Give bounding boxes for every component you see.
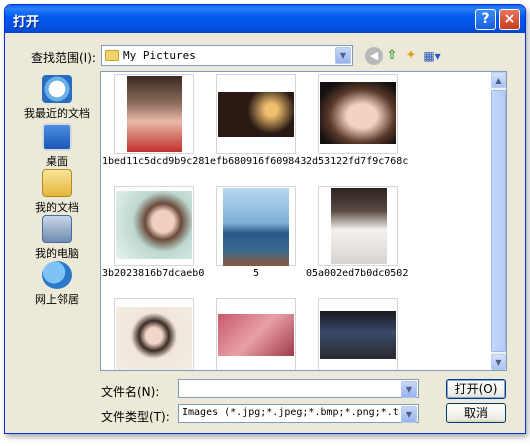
chevron-down-icon[interactable]: ▼ [401,406,417,423]
place-recent[interactable]: 我最近的文档 [18,75,96,121]
photo-image [218,314,294,356]
vertical-scrollbar[interactable]: ▲ ▼ [491,71,507,371]
photo-image [127,76,182,152]
my-computer-icon [42,215,72,243]
place-network[interactable]: 网上邻居 [18,261,96,307]
network-places-icon [42,261,72,289]
file-thumbnail[interactable] [318,186,398,266]
folder-icon [105,50,119,61]
places-bar: 我最近的文档 桌面 我的文档 我的电脑 网上邻居 [18,71,96,377]
file-thumbnail[interactable] [318,298,398,370]
file-name[interactable]: 1bed11c5dcd9b9c28... [102,156,206,167]
place-label: 我最近的文档 [24,107,90,120]
filetype-label: 文件类型(T): [101,410,170,424]
back-arrow-icon[interactable]: ◀ [365,47,383,65]
lookin-label: 查找范围(I): [31,51,96,65]
filetype-dropdown[interactable]: Images (*.jpg;*.jpeg;*.bmp;*.png;*.tif;*… [178,404,419,423]
open-button[interactable]: 打开(O) [446,379,506,399]
file-thumbnail[interactable] [114,74,194,154]
place-label: 我的电脑 [35,247,79,260]
place-label: 网上邻居 [35,293,79,306]
lookin-dropdown[interactable]: My Pictures ▼ [101,45,353,66]
photo-image [320,311,396,359]
file-thumbnail[interactable] [216,298,296,370]
title-bar[interactable]: 打开 ? × [5,5,525,33]
place-desktop[interactable]: 桌面 [18,123,96,169]
cancel-button[interactable]: 取消 [446,403,506,423]
open-file-dialog: 打开 ? × 查找范围(I): My Pictures ▼ ◀ ⇧ ✦ ▦▾ 我… [4,4,526,434]
place-my-documents[interactable]: 我的文档 [18,169,96,215]
photo-image [218,92,294,137]
photo-image [116,191,192,259]
lookin-value: My Pictures [123,49,196,62]
file-thumbnail[interactable] [114,298,194,370]
scroll-down-icon[interactable]: ▼ [491,354,506,370]
file-thumbnail[interactable] [216,74,296,154]
file-name[interactable]: 1efb680916f609843... [204,156,308,167]
recent-documents-icon [42,75,72,103]
file-thumbnail[interactable] [216,186,296,266]
file-name[interactable]: 5 [204,268,308,279]
file-list[interactable]: 1bed11c5dcd9b9c28... 1efb680916f609843..… [100,71,505,371]
file-name[interactable]: 2d53122fd7f9c768c... [306,156,410,167]
new-folder-icon[interactable]: ✦ [402,47,420,65]
chevron-down-icon[interactable]: ▼ [335,47,351,64]
photo-image [116,307,192,370]
place-my-computer[interactable]: 我的电脑 [18,215,96,261]
filetype-value: Images (*.jpg;*.jpeg;*.bmp;*.png;*.tif;*… [182,407,400,418]
file-name[interactable]: 3b2023816b7dcaeb0... [102,268,206,279]
file-thumbnail[interactable] [318,74,398,154]
help-button[interactable]: ? [475,9,496,30]
photo-image [223,188,289,266]
photo-image [320,82,396,144]
views-menu-icon[interactable]: ▦▾ [421,47,443,65]
photo-image [331,188,387,264]
file-name[interactable]: 05a002ed7b0dc0502... [306,268,410,279]
desktop-icon [42,123,72,151]
file-thumbnail[interactable] [114,186,194,266]
chevron-down-icon[interactable]: ▼ [401,381,417,398]
dialog-title: 打开 [13,15,40,30]
filename-input[interactable]: ▼ [178,379,419,398]
my-documents-icon [42,169,72,197]
filename-label: 文件名(N): [101,385,160,399]
place-label: 我的文档 [35,201,79,214]
scroll-thumb[interactable] [491,90,506,352]
up-folder-icon[interactable]: ⇧ [383,47,401,65]
close-button[interactable]: × [499,9,520,30]
place-label: 桌面 [46,155,68,168]
scroll-up-icon[interactable]: ▲ [491,72,506,88]
